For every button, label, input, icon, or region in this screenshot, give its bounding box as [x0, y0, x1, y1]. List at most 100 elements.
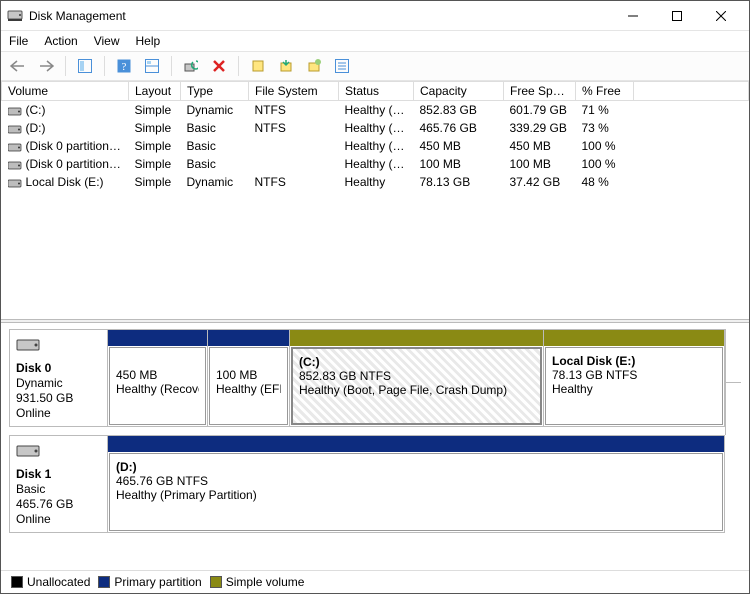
disk0-partitions: 450 MB Healthy (Recovery Partition) 100 …: [108, 330, 724, 426]
disk-header-0: Disk 0 Dynamic 931.50 GB Online: [10, 330, 108, 426]
separator: [171, 56, 172, 76]
vol-layout: Simple: [129, 101, 181, 120]
forward-button[interactable]: [35, 55, 57, 77]
refresh-icon[interactable]: [180, 55, 202, 77]
part-status: Healthy (EFI System Partition): [216, 382, 281, 396]
vol-name: (D:): [26, 121, 46, 135]
vol-layout: Simple: [129, 137, 181, 155]
table-row[interactable]: (Disk 0 partition 2)SimpleBasicHealthy (…: [2, 155, 749, 173]
partition-recovery[interactable]: 450 MB Healthy (Recovery Partition): [108, 330, 208, 426]
disk1-state: Online: [16, 512, 101, 526]
hdd-icon: [16, 336, 40, 354]
drive-icon: [8, 142, 22, 152]
settings-top-bottom-icon[interactable]: [141, 55, 163, 77]
menu-view[interactable]: View: [94, 34, 120, 48]
vol-free: 339.29 GB: [504, 119, 576, 137]
drive-icon: [8, 178, 22, 188]
vol-fs: NTFS: [249, 173, 339, 191]
vol-cap: 450 MB: [414, 137, 504, 155]
col-volume[interactable]: Volume: [2, 82, 129, 101]
vol-pct: 100 %: [576, 137, 634, 155]
vol-pct: 73 %: [576, 119, 634, 137]
vol-type: Dynamic: [181, 173, 249, 191]
stripe-simple: [290, 330, 543, 346]
menu-help[interactable]: Help: [136, 34, 161, 48]
table-row[interactable]: (Disk 0 partition 1)SimpleBasicHealthy (…: [2, 137, 749, 155]
partition-efi[interactable]: 100 MB Healthy (EFI System Partition): [208, 330, 290, 426]
part-name: (D:): [116, 460, 137, 474]
stripe-primary: [108, 436, 724, 452]
disk0-size: 931.50 GB: [16, 391, 101, 405]
vol-status: Healthy (B...: [339, 101, 414, 120]
legend: Unallocated Primary partition Simple vol…: [1, 570, 749, 593]
part-name: Local Disk (E:): [552, 354, 635, 368]
part-size: 852.83 GB NTFS: [299, 369, 534, 383]
partition-e[interactable]: Local Disk (E:) 78.13 GB NTFS Healthy: [544, 330, 724, 426]
app-icon: [7, 8, 23, 24]
disk1-partitions: (D:) 465.76 GB NTFS Healthy (Primary Par…: [108, 436, 724, 532]
help-icon[interactable]: ?: [113, 55, 135, 77]
vol-free: 37.42 GB: [504, 173, 576, 191]
close-button[interactable]: [699, 2, 743, 30]
new-volume-icon[interactable]: [247, 55, 269, 77]
vol-name: (Disk 0 partition 2): [26, 157, 123, 171]
vol-name: (C:): [26, 103, 46, 117]
titlebar: Disk Management: [1, 1, 749, 31]
disk-graphical-view[interactable]: Disk 0 Dynamic 931.50 GB Online 450 MB H…: [1, 323, 749, 570]
properties-icon[interactable]: [331, 55, 353, 77]
vol-cap: 78.13 GB: [414, 173, 504, 191]
vol-free: 450 MB: [504, 137, 576, 155]
part-size: 450 MB: [116, 368, 199, 382]
back-button[interactable]: [7, 55, 29, 77]
separator: [238, 56, 239, 76]
table-row[interactable]: (C:)SimpleDynamicNTFSHealthy (B...852.83…: [2, 101, 749, 120]
table-header-row: Volume Layout Type File System Status Ca…: [2, 82, 749, 101]
disk-header-1: Disk 1 Basic 465.76 GB Online: [10, 436, 108, 532]
vol-fs: [249, 155, 339, 173]
table-row[interactable]: Local Disk (E:)SimpleDynamicNTFSHealthy7…: [2, 173, 749, 191]
show-hide-console-tree-icon[interactable]: [74, 55, 96, 77]
minimize-button[interactable]: [611, 2, 655, 30]
volume-table: Volume Layout Type File System Status Ca…: [1, 81, 749, 191]
part-size: 78.13 GB NTFS: [552, 368, 716, 382]
scroll-stub[interactable]: [725, 329, 741, 435]
delete-icon[interactable]: [208, 55, 230, 77]
vol-free: 601.79 GB: [504, 101, 576, 120]
vol-layout: Simple: [129, 155, 181, 173]
vol-status: Healthy (P...: [339, 119, 414, 137]
col-capacity[interactable]: Capacity: [414, 82, 504, 101]
vol-pct: 100 %: [576, 155, 634, 173]
disk-row-1[interactable]: Disk 1 Basic 465.76 GB Online (D:) 465.7…: [9, 435, 725, 533]
table-row[interactable]: (D:)SimpleBasicNTFSHealthy (P...465.76 G…: [2, 119, 749, 137]
stripe-simple: [544, 330, 724, 346]
toolbar: ?: [1, 51, 749, 81]
col-layout[interactable]: Layout: [129, 82, 181, 101]
col-filesystem[interactable]: File System: [249, 82, 339, 101]
disk0-kind: Dynamic: [16, 376, 101, 390]
disk0-state: Online: [16, 406, 101, 420]
maximize-button[interactable]: [655, 2, 699, 30]
partition-c[interactable]: (C:) 852.83 GB NTFS Healthy (Boot, Page …: [290, 330, 544, 426]
disk1-size: 465.76 GB: [16, 497, 101, 511]
volume-list[interactable]: Volume Layout Type File System Status Ca…: [1, 81, 749, 319]
legend-simple: Simple volume: [210, 575, 305, 589]
legend-primary: Primary partition: [98, 575, 201, 589]
menu-action[interactable]: Action: [44, 34, 77, 48]
extend-volume-icon[interactable]: [303, 55, 325, 77]
col-pctfree[interactable]: % Free: [576, 82, 634, 101]
window-title: Disk Management: [29, 9, 611, 23]
hdd-icon: [16, 442, 40, 460]
partition-d[interactable]: (D:) 465.76 GB NTFS Healthy (Primary Par…: [108, 436, 724, 532]
col-type[interactable]: Type: [181, 82, 249, 101]
col-status[interactable]: Status: [339, 82, 414, 101]
vol-layout: Simple: [129, 119, 181, 137]
disk-management-window: Disk Management File Action View Help ?: [0, 0, 750, 594]
menu-file[interactable]: File: [9, 34, 28, 48]
vol-fs: NTFS: [249, 119, 339, 137]
disk-row-0[interactable]: Disk 0 Dynamic 931.50 GB Online 450 MB H…: [9, 329, 725, 427]
drive-icon: [8, 124, 22, 134]
col-freespace[interactable]: Free Spa...: [504, 82, 576, 101]
part-status: Healthy: [552, 382, 716, 396]
mount-icon[interactable]: [275, 55, 297, 77]
menubar: File Action View Help: [1, 31, 749, 51]
